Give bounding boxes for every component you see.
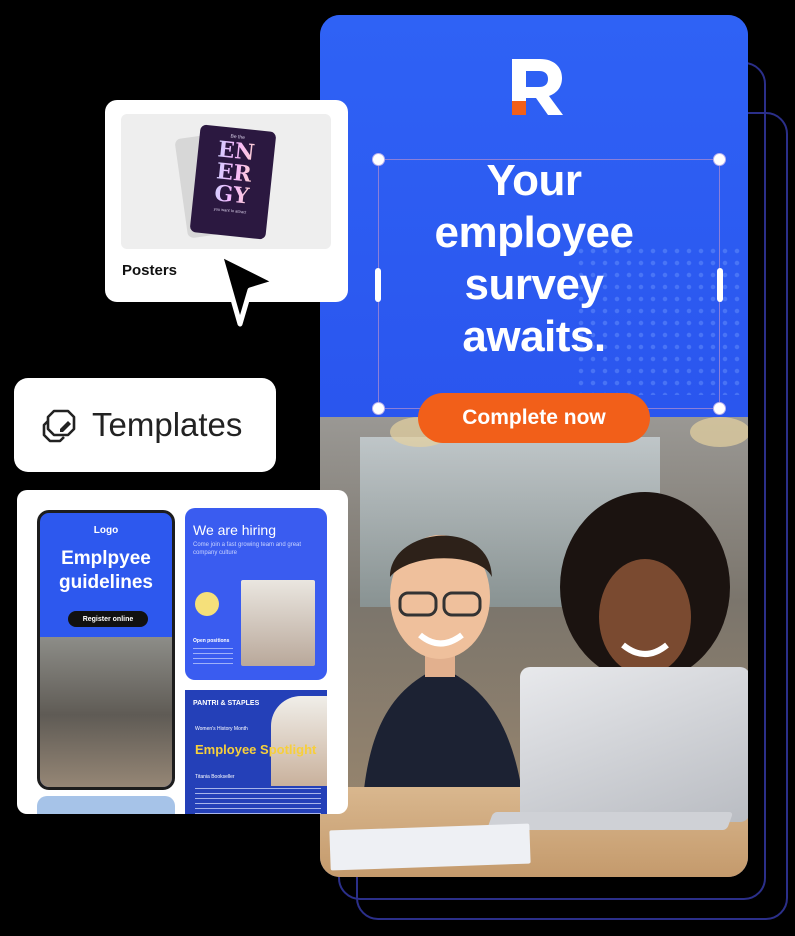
template-employee-guidelines[interactable]: Logo Emplpyee guidelines Register online — [37, 510, 175, 790]
template-title: Employee Spotlight — [195, 742, 317, 757]
template-logo-text: Logo — [93, 525, 119, 536]
papers-on-desk — [329, 823, 531, 871]
templates-label: Templates — [92, 406, 243, 443]
templates-icon — [42, 409, 76, 443]
brand-logo-icon — [506, 55, 566, 119]
template-text-lines — [193, 648, 233, 668]
template-photo — [40, 637, 172, 787]
photo-lamp — [690, 417, 748, 447]
headline-line: employee — [434, 208, 634, 257]
poster-word: EN ER GY — [193, 136, 275, 210]
template-photo — [241, 580, 315, 666]
template-text-lines — [195, 788, 321, 814]
survey-ad-card[interactable]: Your employee survey awaits. Complete no… — [320, 15, 748, 877]
template-we-are-hiring[interactable]: We are hiring Come join a fast growing t… — [185, 508, 327, 680]
template-kicker: Women's History Month — [195, 726, 248, 732]
template-brand: PANTRI & STAPLES — [193, 700, 260, 707]
template-partial[interactable] — [37, 796, 175, 814]
template-subtitle: Come join a fast growing team and great … — [193, 542, 302, 556]
template-open-positions: Open positions — [193, 638, 230, 644]
template-employee-spotlight[interactable]: PANTRI & STAPLES Women's History Month E… — [185, 690, 327, 814]
template-badge — [195, 592, 219, 616]
posters-thumbnail[interactable]: Be the EN ER GY you want to attract — [121, 114, 331, 249]
energy-poster: Be the EN ER GY you want to attract — [189, 124, 277, 240]
complete-now-button[interactable]: Complete now — [418, 393, 650, 443]
template-photo — [271, 696, 327, 786]
mouse-cursor-icon — [217, 251, 279, 327]
office-photo — [320, 417, 748, 877]
headline-line: Your — [486, 156, 582, 205]
resize-handle[interactable] — [372, 402, 385, 415]
ad-headline: Your employee survey awaits. — [320, 155, 748, 363]
template-register-button: Register online — [68, 611, 148, 627]
headline-line: survey — [464, 260, 604, 309]
laptop — [520, 667, 748, 822]
template-title: Emplpyee guidelines — [59, 548, 153, 593]
posters-label: Posters — [122, 262, 178, 279]
templates-chip[interactable]: Templates — [14, 378, 276, 472]
templates-panel: Logo Emplpyee guidelines Register online… — [17, 490, 348, 814]
headline-line: awaits. — [462, 312, 606, 361]
template-name: Titania Bookseller — [195, 774, 235, 780]
resize-handle[interactable] — [713, 402, 726, 415]
template-title: We are hiring — [193, 522, 277, 538]
ad-header-area: Your employee survey awaits. — [320, 15, 748, 435]
